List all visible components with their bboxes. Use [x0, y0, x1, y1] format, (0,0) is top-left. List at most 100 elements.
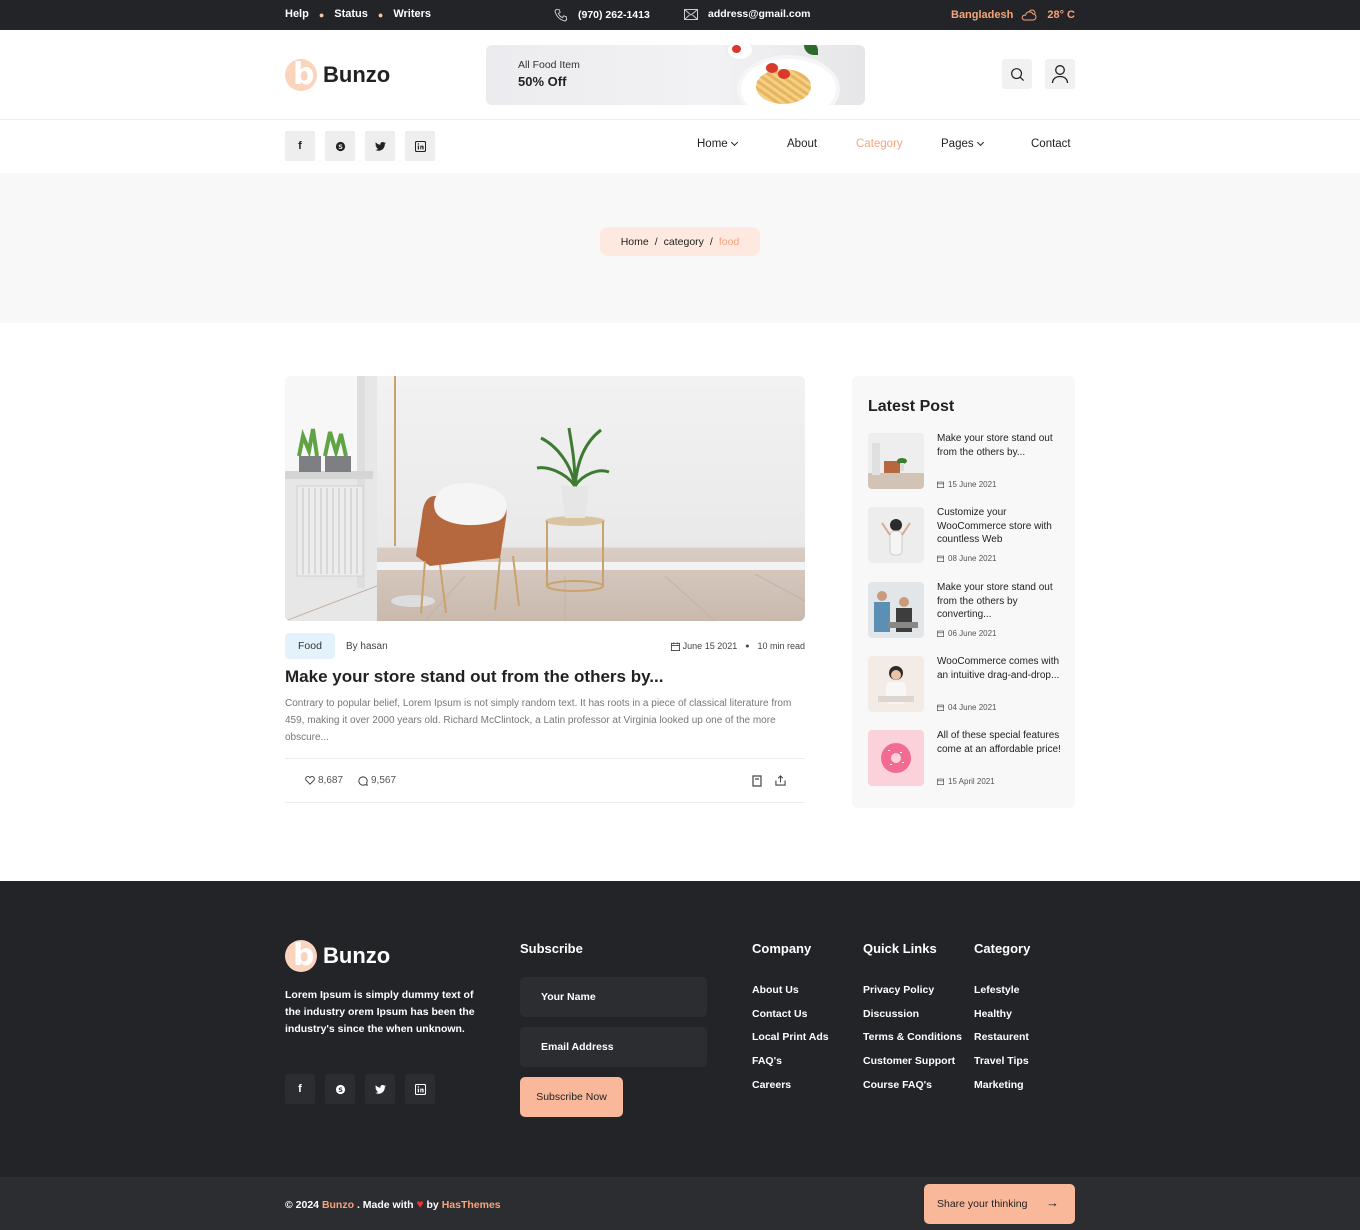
navbar: f S Home About Category Pages Contact [0, 120, 1360, 173]
svg-text:S: S [338, 142, 343, 150]
calendar-icon [937, 630, 944, 637]
footer-link[interactable]: Careers [752, 1074, 829, 1098]
top-bar: Help ● Status ● Writers (970) 262-1413 a… [0, 0, 1360, 30]
latest-post-item[interactable]: Make your store stand out from the other… [868, 582, 1068, 642]
footer-link[interactable]: FAQ's [752, 1050, 829, 1074]
like-button[interactable]: 8,687 [305, 775, 343, 786]
footer-link[interactable]: Privacy Policy [863, 979, 962, 1003]
share-label: Share your thinking [937, 1198, 1028, 1210]
latest-post-date-text: 04 June 2021 [948, 703, 997, 712]
linkedin-icon[interactable] [405, 131, 435, 161]
latest-post-title: Make your store stand out from the other… [937, 433, 1053, 458]
footer-link[interactable]: About Us [752, 979, 829, 1003]
top-links: Help ● Status ● Writers [285, 8, 431, 22]
footer-link[interactable]: Course FAQ's [863, 1074, 962, 1098]
nav-category[interactable]: Category [856, 138, 941, 150]
skype-icon[interactable]: S [325, 131, 355, 161]
footer-link[interactable]: Customer Support [863, 1050, 962, 1074]
nav-home[interactable]: Home [697, 138, 787, 150]
bookmark-icon[interactable] [752, 775, 762, 787]
calendar-icon [937, 481, 944, 488]
footer-link[interactable]: Marketing [974, 1074, 1029, 1098]
facebook-icon[interactable]: f [285, 131, 315, 161]
location: Bangladesh [951, 9, 1014, 21]
post-image[interactable] [285, 376, 805, 621]
skype-icon[interactable]: S [325, 1074, 355, 1104]
post-title[interactable]: Make your store stand out from the other… [285, 667, 805, 687]
search-button[interactable] [1002, 59, 1032, 89]
logo[interactable]: Bunzo [285, 59, 390, 91]
footer-social-links: f S [285, 1074, 435, 1104]
cloud-sun-icon [1022, 9, 1037, 21]
share-icon[interactable] [775, 775, 786, 786]
account-button[interactable] [1045, 59, 1075, 89]
banner-line2: 50% Off [518, 74, 567, 89]
nav-about[interactable]: About [787, 138, 856, 150]
footer-logo[interactable]: Bunzo [285, 940, 390, 972]
share-thinking-button[interactable]: Share your thinking → [924, 1184, 1075, 1224]
company-links: About Us Contact Us Local Print Ads FAQ'… [752, 979, 829, 1098]
post-date-text: June 15 2021 [682, 641, 738, 651]
post-thumbnail [868, 507, 924, 563]
facebook-icon[interactable]: f [285, 1074, 315, 1104]
twitter-icon[interactable] [365, 1074, 395, 1104]
subscribe-button[interactable]: Subscribe Now [520, 1077, 623, 1117]
quick-links-heading: Quick Links [863, 941, 937, 956]
help-link[interactable]: Help [285, 8, 309, 22]
email-field[interactable]: Email Address [520, 1027, 707, 1067]
calendar-icon [937, 555, 944, 562]
logo-text: Bunzo [323, 62, 391, 87]
footer-link[interactable]: Travel Tips [974, 1050, 1029, 1074]
post-actions: 8,687 9,567 [285, 758, 805, 803]
latest-post-item[interactable]: Customize your WooCommerce store with co… [868, 507, 1068, 567]
category-links: Lefestyle Healthy Restaurent Travel Tips… [974, 979, 1029, 1098]
footer-link[interactable]: Lefestyle [974, 979, 1029, 1003]
comment-button[interactable]: 9,567 [358, 775, 396, 786]
company-link[interactable]: HasThemes [442, 1199, 501, 1211]
email-contact[interactable]: address@gmail.com [684, 8, 810, 20]
phone-contact[interactable]: (970) 262-1413 [554, 8, 650, 22]
latest-post-item[interactable]: All of these special features come at an… [868, 730, 1068, 790]
latest-post-item[interactable]: Make your store stand out from the other… [868, 433, 1068, 493]
read-time: 10 min read [757, 641, 805, 651]
footer-link[interactable]: Discussion [863, 1003, 962, 1027]
category-tag[interactable]: Food [285, 633, 335, 659]
phone-icon [554, 8, 568, 22]
breadcrumb-category[interactable]: category [664, 236, 704, 248]
svg-text:S: S [338, 1085, 343, 1093]
footer-link[interactable]: Restaurent [974, 1026, 1029, 1050]
copyright: © 2024 Bunzo . Made with ♥ by HasThemes [285, 1197, 501, 1211]
copyright-brand[interactable]: Bunzo [322, 1199, 354, 1211]
latest-posts-sidebar: Latest Post Make your store stand out fr… [852, 376, 1075, 808]
made-with-text: . Made with [356, 1199, 414, 1211]
latest-post-item[interactable]: WooCommerce comes with an intuitive drag… [868, 656, 1068, 716]
nav-pages[interactable]: Pages [941, 138, 1031, 150]
nav-contact[interactable]: Contact [1031, 138, 1071, 150]
post-meta: Food By hasan June 15 2021 ● 10 min read [285, 633, 805, 659]
footer-link[interactable]: Terms & Conditions [863, 1026, 962, 1050]
footer: Bunzo Lorem Ipsum is simply dummy text o… [0, 881, 1360, 1177]
writers-link[interactable]: Writers [393, 8, 431, 22]
post-thumbnail [868, 730, 924, 786]
footer-link[interactable]: Healthy [974, 1003, 1029, 1027]
twitter-icon[interactable] [365, 131, 395, 161]
status-link[interactable]: Status [334, 8, 368, 22]
post-author[interactable]: By hasan [346, 641, 388, 652]
post-thumbnail [868, 433, 924, 489]
search-icon [1010, 67, 1024, 81]
copyright-year: © 2024 [285, 1199, 320, 1211]
main-menu: Home About Category Pages Contact [697, 138, 1071, 150]
separator-dot: ● [318, 10, 325, 20]
breadcrumb-home[interactable]: Home [621, 236, 649, 248]
linkedin-icon[interactable] [405, 1074, 435, 1104]
nav-home-label: Home [697, 138, 728, 150]
calendar-icon [670, 641, 680, 651]
post-date: June 15 2021 [670, 641, 738, 651]
latest-post-date: 04 June 2021 [937, 703, 997, 712]
promo-banner[interactable]: All Food Item 50% Off [486, 45, 865, 105]
latest-post-date-text: 15 April 2021 [948, 777, 995, 786]
footer-link[interactable]: Local Print Ads [752, 1026, 829, 1050]
nav-pages-label: Pages [941, 138, 974, 150]
footer-link[interactable]: Contact Us [752, 1003, 829, 1027]
name-field[interactable]: Your Name [520, 977, 707, 1017]
